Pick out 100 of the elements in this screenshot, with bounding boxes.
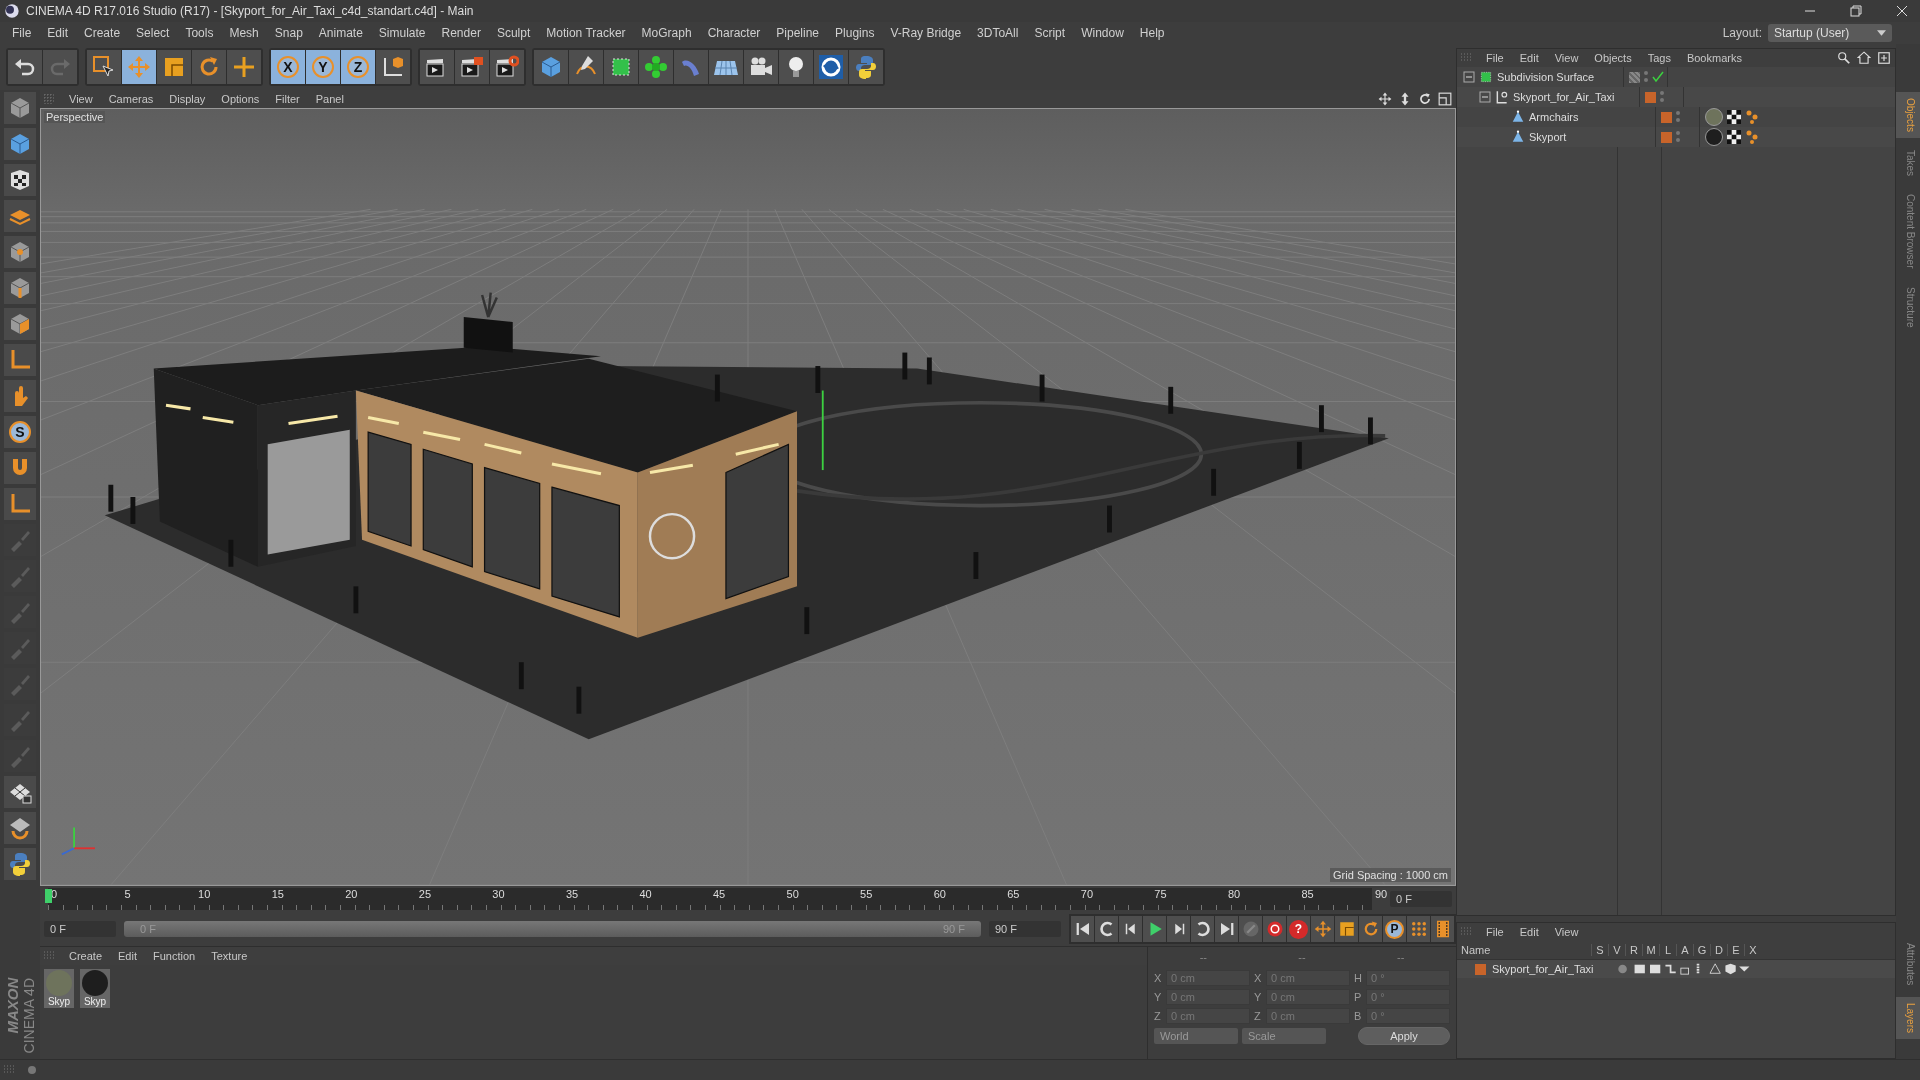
menu-item[interactable]: Script — [1026, 26, 1074, 40]
menu-item[interactable]: Render — [433, 26, 489, 40]
object-row[interactable]: Skyport — [1457, 127, 1895, 147]
transport-button[interactable] — [1215, 916, 1238, 942]
menu-item[interactable]: Panel — [308, 93, 351, 105]
new-panel-icon[interactable] — [1877, 51, 1891, 65]
side-tab[interactable]: Objects — [1896, 92, 1920, 138]
tool-button[interactable] — [490, 50, 524, 84]
tool-button[interactable] — [779, 50, 813, 84]
menu-item[interactable]: Pipeline — [768, 26, 828, 40]
menu-item[interactable]: Display — [162, 93, 213, 105]
column-header[interactable]: D — [1710, 944, 1727, 956]
column-header[interactable]: E — [1727, 944, 1744, 956]
menu-item[interactable]: Help — [1131, 26, 1173, 40]
transport-button[interactable] — [1095, 916, 1118, 942]
menu-item[interactable]: Edit — [111, 950, 144, 962]
checker-tag-icon[interactable] — [1727, 130, 1741, 144]
menu-item[interactable]: Edit — [39, 26, 77, 40]
checker-tag-icon[interactable] — [1727, 110, 1741, 124]
menu-item[interactable]: Edit — [1512, 52, 1546, 64]
layer-color-swatch[interactable] — [1661, 131, 1672, 143]
restore-icon[interactable] — [1850, 5, 1862, 17]
transport-button[interactable] — [1263, 916, 1286, 942]
collapse-icon[interactable] — [1463, 71, 1475, 83]
tool-button[interactable] — [4, 848, 36, 880]
layer-color-swatch[interactable] — [1661, 111, 1672, 123]
menu-item[interactable]: V-Ray Bridge — [882, 26, 970, 40]
menu-item[interactable]: View — [62, 93, 100, 105]
transport-button[interactable] — [1191, 916, 1214, 942]
visibility-dots-icon[interactable] — [1675, 110, 1681, 124]
menu-item[interactable]: Function — [146, 950, 203, 962]
axis-lock-button[interactable]: Z — [341, 50, 375, 84]
tool-button[interactable] — [744, 50, 778, 84]
no-layer-swatch[interactable] — [1629, 71, 1640, 83]
transport-button[interactable]: P — [1383, 916, 1406, 942]
column-header[interactable]: R — [1625, 944, 1642, 956]
menu-item[interactable]: File — [1479, 52, 1511, 64]
menu-item[interactable]: Edit — [1512, 926, 1546, 938]
tool-button[interactable] — [814, 50, 848, 84]
menu-item[interactable]: View — [1547, 52, 1586, 64]
tool-button[interactable] — [420, 50, 454, 84]
apply-button[interactable]: Apply — [1358, 1027, 1450, 1045]
menu-item[interactable]: File — [1479, 926, 1511, 938]
material-swatch[interactable]: Skyp — [44, 969, 74, 1008]
column-header[interactable]: L — [1659, 944, 1676, 956]
current-frame-field[interactable]: 0 F — [1390, 891, 1452, 907]
menu-item[interactable]: Motion Tracker — [538, 26, 634, 40]
search-icon[interactable] — [1837, 51, 1851, 65]
object-row[interactable]: Skyport_for_Air_Taxi — [1457, 87, 1895, 107]
menu-item[interactable]: Filter — [268, 93, 307, 105]
material-swatch[interactable]: Skyp — [80, 969, 110, 1008]
visibility-dots-icon[interactable] — [1659, 90, 1665, 104]
menu-item[interactable]: Tools — [177, 26, 222, 40]
menu-item[interactable]: Window — [1073, 26, 1132, 40]
menu-item[interactable]: Tags — [1640, 52, 1678, 64]
menu-item[interactable]: File — [4, 26, 40, 40]
menu-item[interactable]: MoGraph — [633, 26, 700, 40]
layout-dropdown[interactable]: Startup (User) — [1768, 24, 1892, 42]
tool-button[interactable] — [4, 776, 36, 808]
column-header[interactable]: X — [1744, 944, 1761, 956]
menu-item[interactable]: Simulate — [370, 26, 434, 40]
menu-item[interactable]: Options — [214, 93, 267, 105]
transport-button[interactable] — [1119, 916, 1142, 942]
transport-button[interactable] — [1167, 916, 1190, 942]
house-icon[interactable] — [1857, 51, 1871, 65]
column-header[interactable]: V — [1608, 944, 1625, 956]
checkmark-icon[interactable] — [1652, 71, 1664, 83]
column-header[interactable]: S — [1591, 944, 1608, 956]
viewport[interactable]: Perspective Grid Spacing : 1000 cm — [40, 108, 1456, 886]
column-header[interactable]: Name — [1457, 944, 1591, 956]
dots-tag-icon[interactable] — [1745, 110, 1759, 124]
tool-button[interactable] — [569, 50, 603, 84]
layer-row[interactable]: Skyport_for_Air_Taxi — [1457, 960, 1895, 978]
menu-item[interactable]: Create — [62, 950, 110, 962]
menu-item[interactable]: View — [1547, 926, 1586, 938]
panel-layout-icon[interactable] — [1438, 92, 1452, 106]
tool-button[interactable]: S — [4, 416, 36, 448]
tool-button[interactable] — [376, 50, 410, 84]
transport-button[interactable] — [1431, 916, 1454, 942]
tool-button[interactable] — [4, 164, 36, 196]
collapse-icon[interactable] — [1479, 91, 1491, 103]
tool-button[interactable] — [455, 50, 489, 84]
transport-button[interactable] — [1311, 916, 1334, 942]
visibility-dots-icon[interactable] — [1675, 130, 1681, 144]
menu-item[interactable]: Select — [128, 26, 178, 40]
menu-item[interactable]: Bookmarks — [1679, 52, 1749, 64]
menu-item[interactable]: Sculpt — [488, 26, 539, 40]
menu-item[interactable]: Plugins — [827, 26, 883, 40]
column-header[interactable]: M — [1642, 944, 1659, 956]
transport-button[interactable]: ? — [1287, 916, 1310, 942]
transport-button[interactable] — [1407, 916, 1430, 942]
column-header[interactable]: G — [1693, 944, 1710, 956]
material-tag[interactable] — [1705, 128, 1723, 146]
column-header[interactable]: A — [1676, 944, 1693, 956]
start-frame-field[interactable]: 0 F — [44, 921, 116, 937]
visibility-dots-icon[interactable] — [1643, 70, 1649, 84]
end-frame-field[interactable]: 90 F — [989, 921, 1061, 937]
menu-item[interactable]: Cameras — [101, 93, 161, 105]
menu-item[interactable]: 3DToAll — [969, 26, 1027, 40]
menu-item[interactable]: Create — [76, 26, 129, 40]
